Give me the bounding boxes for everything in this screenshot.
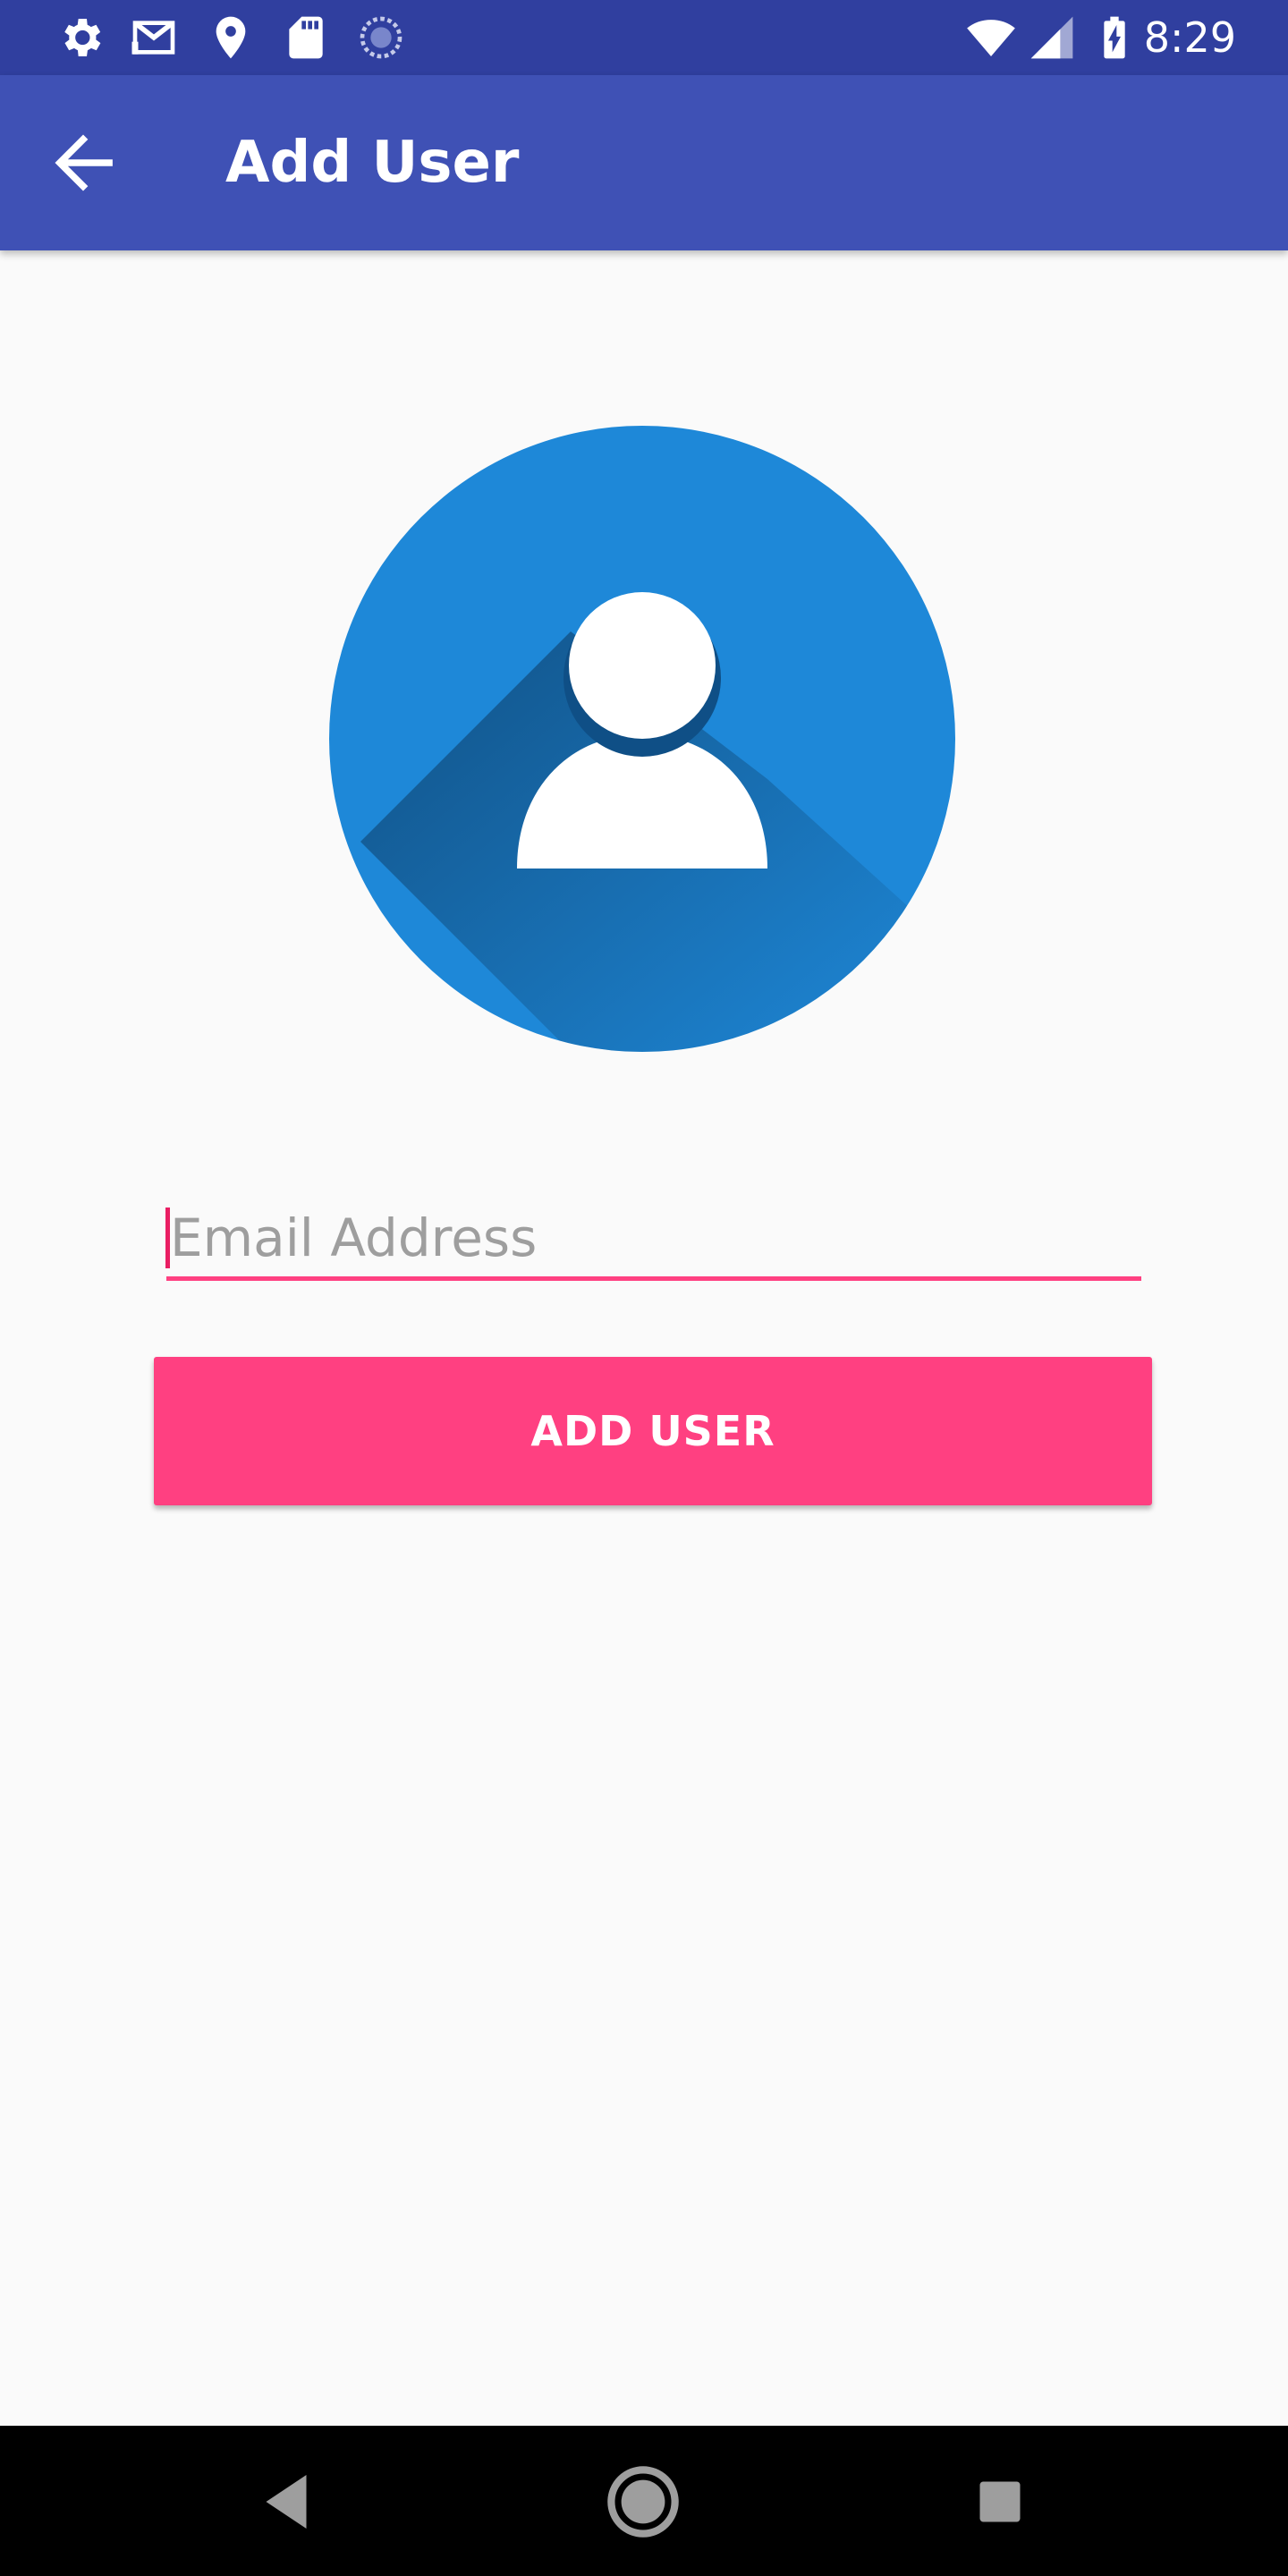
back-button[interactable] — [52, 134, 114, 191]
back-triangle-icon[interactable] — [246, 2462, 326, 2542]
status-time: 8:29 — [1143, 13, 1236, 62]
user-avatar-icon — [329, 426, 955, 1052]
battery-charging-icon — [1104, 16, 1125, 59]
gmail-icon — [131, 21, 175, 55]
settings-icon — [64, 19, 101, 56]
wifi-icon — [967, 20, 1015, 56]
app-bar: Add User — [0, 75, 1288, 250]
email-field[interactable] — [166, 1199, 1141, 1281]
text-cursor — [165, 1208, 170, 1268]
add-user-button[interactable]: ADD USER — [154, 1357, 1152, 1505]
sd-card-icon — [289, 16, 323, 59]
arrow-back-icon — [55, 134, 113, 191]
location-icon — [216, 16, 246, 59]
sync-icon — [360, 16, 402, 59]
page-title: Add User — [225, 130, 520, 196]
add-user-screen: 8:29 Add User Email Address ADD USER — [0, 0, 1288, 2576]
status-bar: 8:29 — [0, 0, 1288, 75]
home-circle-icon[interactable] — [603, 2462, 683, 2542]
recents-square-icon[interactable] — [960, 2462, 1040, 2542]
signal-icon — [1030, 16, 1073, 59]
navigation-bar — [0, 2426, 1288, 2576]
